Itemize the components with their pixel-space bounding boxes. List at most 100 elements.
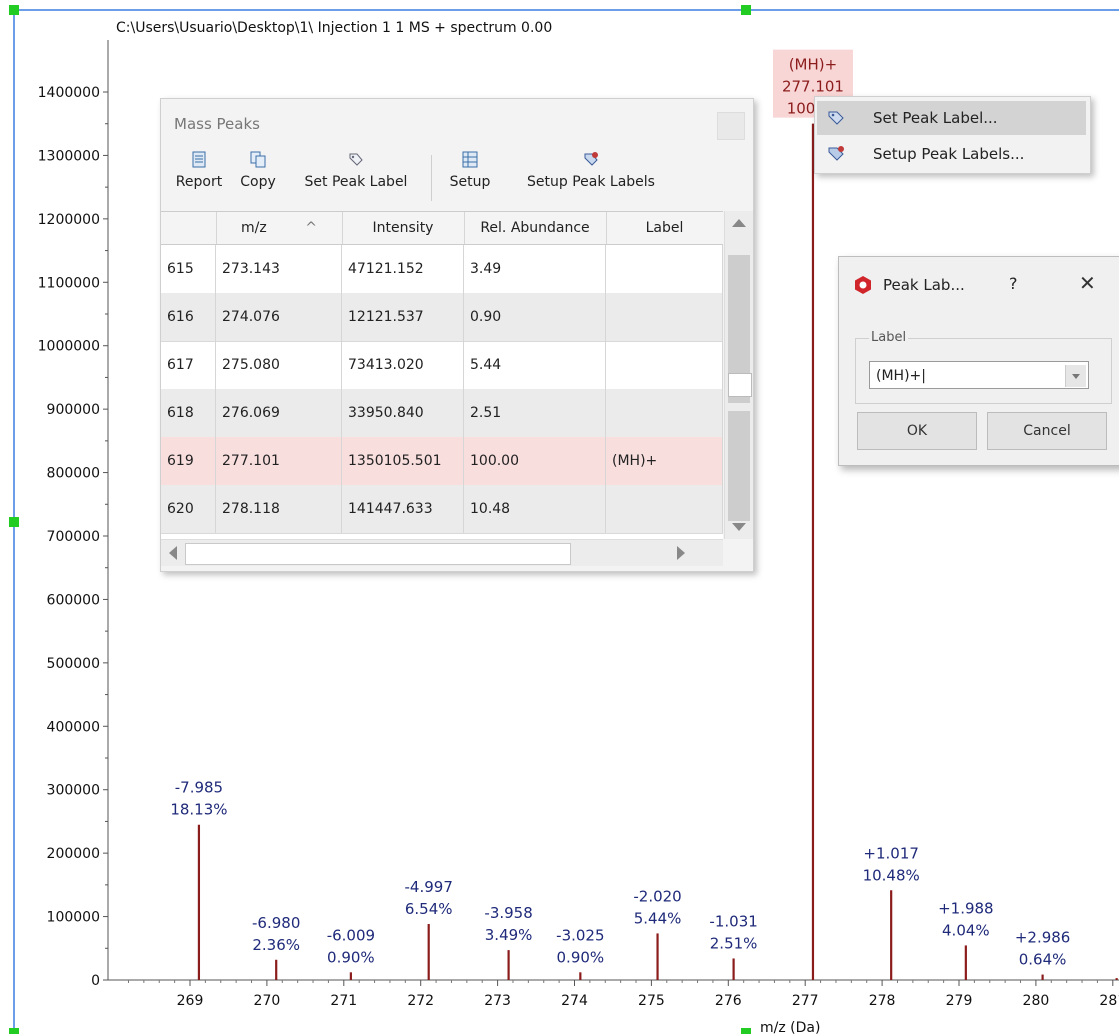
peak-annotation: 0.64%	[1019, 951, 1067, 969]
chart-title: C:\Users\Usuario\Desktop\1\ Injection 1 …	[116, 20, 552, 36]
setup-peak-labels-label: Setup Peak Labels	[527, 174, 655, 190]
scroll-down-arrow-icon[interactable]	[732, 523, 746, 531]
resize-handle-top-left[interactable]	[9, 5, 19, 15]
resize-handle-bottom[interactable]	[741, 1028, 751, 1034]
table-row[interactable]: 617 275.080 73413.020 5.44	[161, 341, 723, 390]
peak-annotation: 0.90%	[557, 948, 605, 966]
copy-button[interactable]: Copy	[235, 151, 281, 207]
x-tick-label: 270	[254, 993, 281, 1009]
header-label[interactable]: Label	[606, 212, 723, 244]
peak-annotation: 5.44%	[634, 909, 682, 927]
setup-grid-icon	[462, 151, 478, 168]
resize-handle-left[interactable]	[9, 517, 19, 527]
help-button[interactable]: ?	[1009, 274, 1018, 293]
table-row[interactable]: 619 277.101 1350105.501 100.00 (MH)+	[161, 437, 723, 486]
y-tick-label: 1100000	[38, 275, 100, 291]
peak-annotation: 3.49%	[485, 926, 533, 944]
menu-item-label: Set Peak Label...	[873, 109, 998, 127]
scroll-right-arrow-icon[interactable]	[677, 546, 685, 560]
cell-mz: 273.143	[216, 245, 342, 293]
cell-label: (MH)+	[606, 437, 723, 485]
setup-label: Setup	[449, 174, 491, 190]
x-tick-label: 281	[1099, 993, 1119, 1009]
chevron-down-icon[interactable]	[1065, 365, 1086, 387]
copy-label: Copy	[240, 174, 276, 190]
toolbar-separator	[431, 155, 432, 201]
x-tick-label: 272	[407, 993, 434, 1009]
peak-annotation: -6.980	[252, 914, 300, 932]
x-axis-label: m/z (Da)	[760, 1020, 820, 1034]
header-intensity[interactable]: Intensity	[342, 212, 465, 244]
setup-peak-labels-button[interactable]: Setup Peak Labels	[511, 151, 671, 207]
app-logo-icon	[855, 276, 871, 294]
table-horizontal-scrollbar[interactable]	[161, 539, 723, 566]
cell-label	[606, 485, 723, 533]
peak-annotation: -6.009	[327, 926, 375, 944]
cell-mz: 274.076	[216, 293, 342, 341]
peak-annotation: 18.13%	[170, 801, 227, 819]
cell-rel: 2.51	[464, 389, 606, 437]
cancel-button[interactable]: Cancel	[987, 412, 1107, 450]
cell-mz: 276.069	[216, 389, 342, 437]
cell-rel: 10.48	[464, 485, 606, 533]
menu-item-setup-peak-labels[interactable]: Setup Peak Labels...	[817, 137, 1086, 171]
x-tick-label: 273	[484, 993, 511, 1009]
table-vertical-scrollbar[interactable]	[724, 211, 753, 539]
table-header: m/z ^ Intensity Rel. Abundance Label	[161, 212, 723, 245]
peak-label-dialog: Peak Lab... ? ✕ Label (MH)+| OK Cancel	[838, 256, 1119, 466]
report-icon	[192, 151, 206, 168]
peak-annotation: -3.958	[484, 904, 532, 922]
peak-annotation: 2.36%	[252, 936, 300, 954]
mass-peaks-table[interactable]: m/z ^ Intensity Rel. Abundance Label 615…	[161, 211, 723, 540]
table-row[interactable]: 618 276.069 33950.840 2.51	[161, 389, 723, 438]
cell-label	[606, 389, 723, 437]
x-tick-label: 279	[946, 993, 973, 1009]
ok-button[interactable]: OK	[857, 412, 977, 450]
peak-label-combobox[interactable]: (MH)+|	[869, 361, 1089, 389]
set-peak-label-button[interactable]: Set Peak Label	[287, 151, 425, 207]
report-button[interactable]: Report	[171, 151, 227, 207]
y-tick-label: 400000	[47, 719, 100, 735]
header-mz-label: m/z	[241, 220, 267, 236]
resize-handle-bottom-left[interactable]	[9, 1028, 19, 1034]
sort-ascending-icon: ^	[305, 220, 317, 236]
table-row[interactable]: 620 278.118 141447.633 10.48	[161, 485, 723, 534]
mass-peaks-title: Mass Peaks	[174, 115, 260, 133]
y-tick-label: 0	[91, 973, 100, 989]
cell-rel: 3.49	[464, 245, 606, 293]
header-rel-abundance[interactable]: Rel. Abundance	[464, 212, 607, 244]
table-row[interactable]: 616 274.076 12121.537 0.90	[161, 293, 723, 342]
cell-label	[606, 293, 723, 341]
header-index	[161, 212, 217, 244]
cell-idx: 617	[161, 341, 216, 389]
scroll-left-arrow-icon[interactable]	[169, 546, 177, 560]
y-tick-label: 900000	[47, 402, 100, 418]
peak-annotation: 0.90%	[327, 948, 375, 966]
tag-icon	[349, 153, 363, 166]
peak-annotation: 2.51%	[710, 934, 758, 952]
cell-intensity: 1350105.501	[342, 437, 464, 485]
mass-peaks-panel[interactable]: Mass Peaks Report Copy Set Peak Label Se…	[160, 98, 754, 572]
scroll-up-arrow-icon[interactable]	[732, 219, 746, 227]
x-tick-label: 269	[177, 993, 204, 1009]
y-tick-label: 600000	[47, 592, 100, 608]
cell-rel: 100.00	[464, 437, 606, 485]
menu-item-set-peak-label[interactable]: Set Peak Label...	[817, 101, 1086, 135]
resize-handle-top[interactable]	[741, 5, 751, 15]
cell-label	[606, 245, 723, 293]
x-tick-label: 277	[792, 993, 819, 1009]
y-tick-label: 1200000	[38, 212, 100, 228]
mass-peaks-close-button[interactable]	[717, 112, 745, 140]
setup-button[interactable]: Setup	[443, 151, 497, 207]
cell-intensity: 33950.840	[342, 389, 464, 437]
peak-annotation: 4.04%	[942, 921, 990, 939]
peak-annotation: -2.020	[633, 887, 681, 905]
x-tick-label: 276	[715, 993, 742, 1009]
horizontal-scroll-thumb[interactable]	[185, 543, 571, 565]
tag-settings-icon	[584, 152, 598, 166]
header-mz[interactable]: m/z ^	[216, 212, 343, 244]
dialog-close-button[interactable]: ✕	[1079, 271, 1096, 295]
cell-intensity: 12121.537	[342, 293, 464, 341]
vertical-scroll-thumb[interactable]	[728, 373, 752, 397]
table-row[interactable]: 615 273.143 47121.152 3.49	[161, 245, 723, 294]
